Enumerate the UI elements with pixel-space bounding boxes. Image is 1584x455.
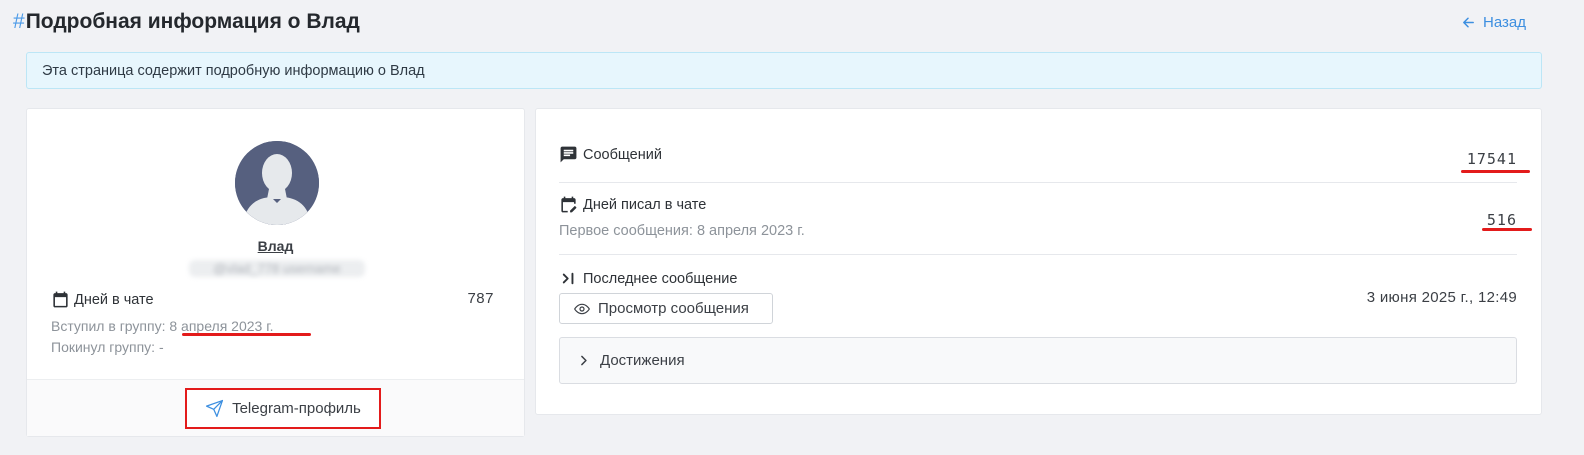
left-value: - [158,339,164,355]
profile-card: Влад @vlad_778 username Дней в чате 787 … [26,108,525,437]
joined-row: Вступил в группу: 8 апреля 2023 г. [51,318,274,334]
profile-card-footer: Telegram-профиль [27,379,524,436]
avatar [235,141,319,225]
view-message-button[interactable]: Просмотр сообщения [559,293,773,324]
telegram-profile-button[interactable]: Telegram-профиль [185,388,381,429]
calendar-edit-icon [561,196,577,213]
page-header: #Подробная информация о Влад Назад [13,10,1584,38]
telegram-profile-label: Telegram-профиль [232,400,361,417]
back-label: Назад [1483,14,1526,31]
days-wrote-value: 516 [1486,211,1517,229]
messages-row: Сообщений 17541 [559,145,1517,183]
page-title: #Подробная информация о Влад [13,10,360,34]
left-label: Покинул группу: [51,339,156,355]
calendar-icon [53,291,68,308]
achievements-accordion[interactable]: Достижения [559,337,1517,384]
messages-value: 17541 [1466,150,1517,168]
chevron-right-end-icon [562,272,574,285]
back-link[interactable]: Назад [1461,14,1526,31]
days-in-chat-value: 787 [467,290,494,307]
days-wrote-row: Дней писал в чате Первое сообщения: 8 ап… [559,195,1517,255]
left-group-row: Покинул группу: - [51,339,164,355]
send-icon [206,399,224,418]
info-banner: Эта страница содержит подробную информац… [26,52,1542,89]
joined-date: 8 апреля 2023 г. [169,318,274,334]
messages-label: Сообщений [559,145,662,164]
red-underline-annotation [182,333,311,336]
view-message-label: Просмотр сообщения [598,300,749,317]
last-message-value: 3 июня 2025 г., 12:49 [1366,289,1517,306]
red-underline-annotation [1482,228,1532,231]
eye-icon [574,303,590,314]
days-in-chat-row: Дней в чате 787 [51,290,494,312]
achievements-label: Достижения [600,352,685,369]
first-message-text: Первое сообщения: 8 апреля 2023 г. [559,223,805,239]
page-title-text: Подробная информация о Влад [25,10,360,33]
days-in-chat-label: Дней в чате [51,290,154,309]
hash-mark: # [13,10,25,33]
stats-card: Сообщений 17541 Дней писал в чате Первое… [535,108,1542,415]
last-message-label: Последнее сообщение [559,269,737,288]
user-handle-blurred: @vlad_778 username [189,260,365,277]
joined-label: Вступил в группу: [51,318,166,334]
red-underline-annotation [1461,170,1530,173]
arrow-left-icon [1463,17,1474,28]
days-wrote-label: Дней писал в чате [559,195,706,214]
user-name[interactable]: Влад [27,238,524,254]
message-icon [560,146,577,163]
last-message-row: Последнее сообщение Просмотр сообщения 3… [559,269,1517,327]
chevron-right-icon [581,355,587,366]
user-silhouette-icon [235,141,319,225]
